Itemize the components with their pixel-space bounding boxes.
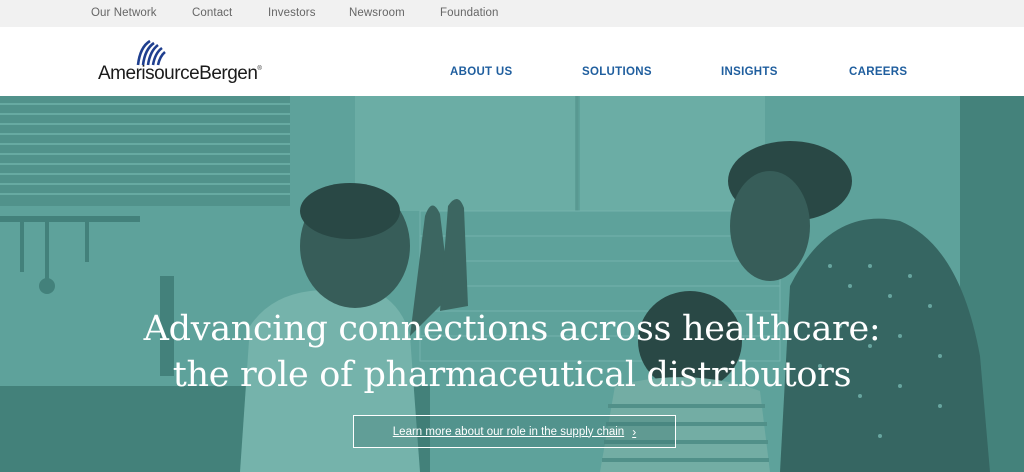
hero-title-line-2: the role of pharmaceutical distributors — [172, 355, 852, 395]
logo-wordmark: AmerisourceBergen® — [98, 63, 262, 85]
nav-about-us[interactable]: ABOUT US — [450, 66, 512, 78]
chevron-right-icon: › — [632, 424, 637, 439]
hero-title-line-1: Advancing connections across healthcare: — [143, 309, 881, 349]
utility-bar: Our Network Contact Investors Newsroom F… — [0, 0, 1024, 27]
utility-link-newsroom[interactable]: Newsroom — [349, 7, 405, 19]
utility-link-our-network[interactable]: Our Network — [91, 7, 157, 19]
main-header: AmerisourceBergen® ABOUT US SOLUTIONS IN… — [0, 27, 1024, 96]
hero-banner: Advancing connections across healthcare:… — [0, 96, 1024, 472]
supply-chain-cta-button[interactable]: Learn more about our role in the supply … — [353, 415, 676, 448]
nav-careers[interactable]: CAREERS — [849, 66, 907, 78]
nav-solutions[interactable]: SOLUTIONS — [582, 66, 652, 78]
utility-link-foundation[interactable]: Foundation — [440, 7, 499, 19]
cta-label: Learn more about our role in the supply … — [392, 425, 625, 438]
utility-link-investors[interactable]: Investors — [268, 7, 316, 19]
hero-title: Advancing connections across healthcare:… — [0, 306, 1024, 398]
logo[interactable]: AmerisourceBergen® — [98, 39, 288, 87]
utility-link-contact[interactable]: Contact — [192, 7, 232, 19]
logo-text: AmerisourceBergen — [98, 63, 258, 84]
logo-registered-mark: ® — [257, 66, 262, 72]
nav-insights[interactable]: INSIGHTS — [721, 66, 778, 78]
